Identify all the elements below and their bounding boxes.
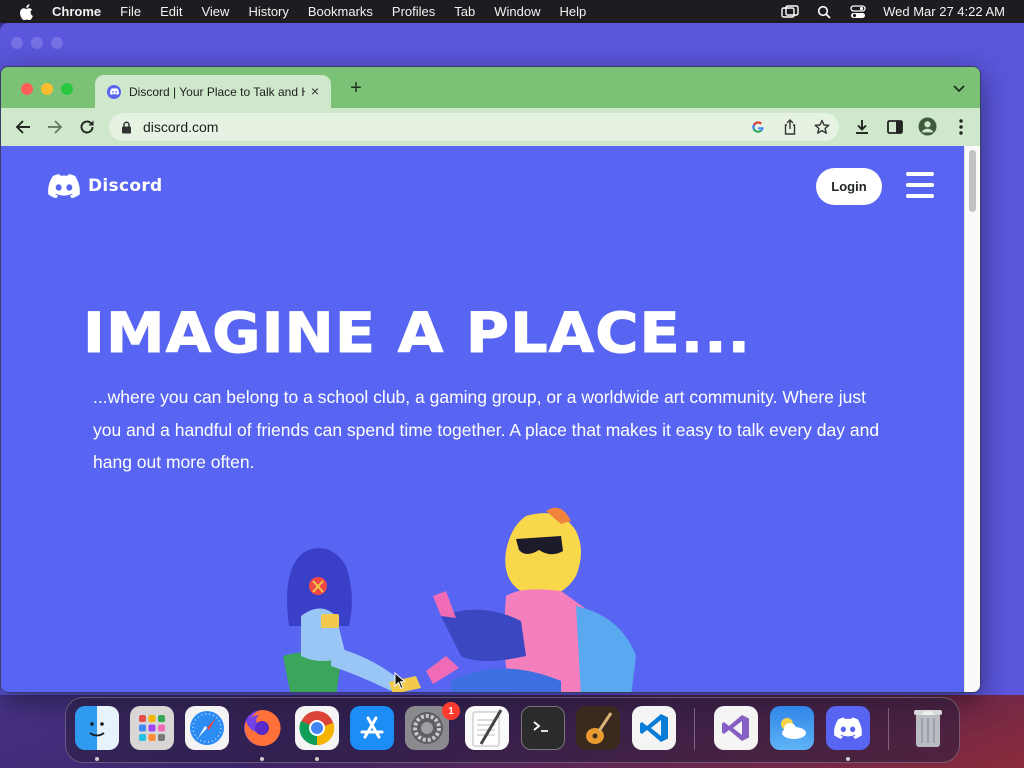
menu-view[interactable]: View [201, 4, 229, 19]
chrome-icon[interactable] [295, 706, 339, 750]
safari-icon[interactable] [185, 706, 229, 750]
textedit-icon[interactable] [465, 706, 509, 750]
back-arrow-icon[interactable] [14, 118, 32, 136]
launchpad-icon[interactable] [130, 706, 174, 750]
profile-avatar-icon[interactable] [918, 117, 937, 136]
menu-tab[interactable]: Tab [454, 4, 475, 19]
menu-clock[interactable]: Wed Mar 27 4:22 AM [883, 4, 1005, 19]
weather-icon[interactable] [770, 706, 814, 750]
control-center-icon[interactable] [849, 4, 867, 19]
apple-menu-icon[interactable] [19, 3, 33, 20]
login-button[interactable]: Login [816, 168, 882, 205]
menu-history[interactable]: History [248, 4, 288, 19]
menu-bookmarks[interactable]: Bookmarks [308, 4, 373, 19]
discord-favicon-icon [107, 84, 121, 99]
menu-profiles[interactable]: Profiles [392, 4, 435, 19]
discord-wordmark: Discord [88, 176, 163, 196]
close-window-button[interactable] [21, 83, 33, 95]
download-icon[interactable] [852, 117, 871, 136]
minimize-window-button[interactable] [41, 83, 53, 95]
menu-bar: Chrome File Edit View History Bookmarks … [0, 0, 1024, 23]
finder-running-indicator [95, 757, 99, 761]
lock-icon[interactable] [121, 120, 133, 134]
tab-title: Discord | Your Place to Talk and Hang Ou… [129, 84, 305, 99]
firefox-icon[interactable] [240, 706, 284, 750]
google-lens-icon[interactable] [749, 119, 767, 135]
window-controls [21, 83, 73, 95]
tab-search-chevron-down-icon[interactable] [952, 81, 966, 95]
discord-running-indicator [846, 757, 850, 761]
trash-icon[interactable] [906, 706, 950, 750]
discord-logo[interactable]: Discord [48, 174, 162, 198]
zoom-window-button[interactable] [61, 83, 73, 95]
discord-logo-icon [48, 174, 80, 198]
menu-edit[interactable]: Edit [160, 4, 182, 19]
menu-help[interactable]: Help [560, 4, 587, 19]
discord-homepage: Discord Login IMAGINE A PLACE... ...wher… [1, 146, 966, 692]
dock-separator [694, 708, 695, 750]
finder-icon[interactable] [75, 706, 119, 750]
menu-file[interactable]: File [120, 4, 141, 19]
dock-separator [888, 708, 889, 750]
garageband-icon[interactable] [576, 706, 620, 750]
browser-tab[interactable]: Discord | Your Place to Talk and Hang Ou… [95, 75, 331, 108]
side-panel-icon[interactable] [885, 117, 904, 136]
reload-icon[interactable] [78, 118, 96, 136]
forward-arrow-icon[interactable] [46, 118, 64, 136]
mouse-cursor-icon [394, 672, 406, 690]
spotlight-search-icon[interactable] [815, 5, 833, 19]
dock: 1 [65, 697, 960, 763]
visual-studio-icon[interactable] [714, 706, 758, 750]
more-options-icon[interactable] [951, 117, 970, 136]
discord-icon[interactable] [826, 706, 870, 750]
share-icon[interactable] [781, 119, 799, 135]
hamburger-menu-icon[interactable] [906, 172, 934, 198]
page-scrollbar[interactable] [964, 146, 980, 692]
chrome-running-indicator [315, 757, 319, 761]
background-window-controls [11, 37, 63, 49]
menu-window[interactable]: Window [494, 4, 540, 19]
hero-subtext: ...where you can belong to a school club… [93, 387, 880, 472]
hero-illustration [283, 507, 636, 692]
terminal-icon[interactable] [521, 706, 565, 750]
screen-mirroring-icon[interactable] [781, 4, 799, 19]
scrollbar-thumb[interactable] [969, 150, 976, 212]
vscode-icon[interactable] [632, 706, 676, 750]
bookmark-star-icon[interactable] [813, 119, 831, 135]
app-store-icon[interactable] [350, 706, 394, 750]
new-tab-button[interactable]: + [347, 78, 365, 98]
url-text[interactable]: discord.com [143, 119, 218, 135]
browser-window: Discord | Your Place to Talk and Hang Ou… [0, 66, 981, 693]
menu-app-name[interactable]: Chrome [52, 4, 101, 19]
tab-strip: Discord | Your Place to Talk and Hang Ou… [1, 67, 980, 108]
tab-close-icon[interactable]: × [307, 83, 323, 99]
address-bar[interactable]: discord.com [109, 113, 839, 141]
browser-toolbar: discord.com [1, 108, 980, 146]
hero-headline: IMAGINE A PLACE... [82, 301, 752, 366]
system-settings-badge: 1 [442, 702, 460, 720]
firefox-running-indicator [260, 757, 264, 761]
